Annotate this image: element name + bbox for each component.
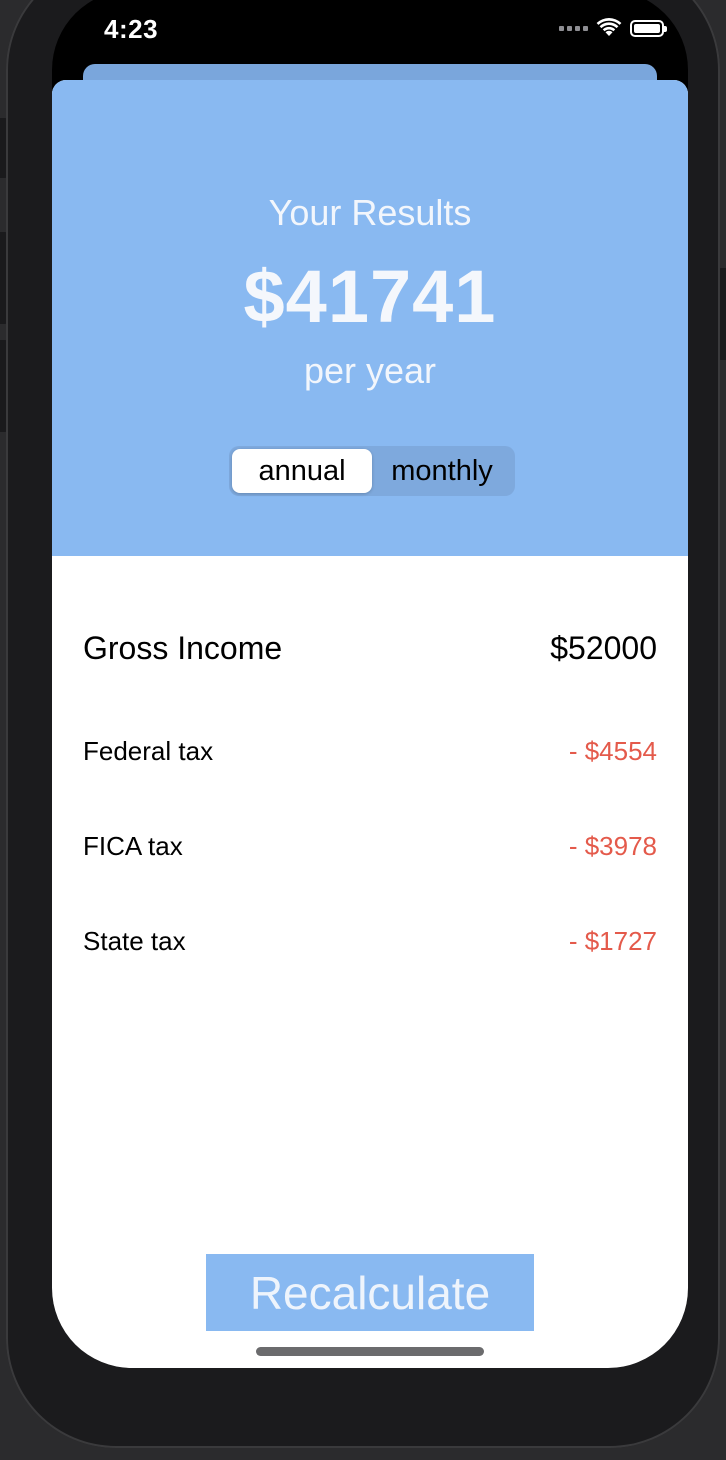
fica-tax-value: - $3978	[568, 831, 657, 861]
results-sheet: Your Results $41741 per year annual mont…	[52, 80, 688, 1368]
status-icons	[559, 18, 667, 38]
recalculate-button[interactable]: Recalculate	[206, 1254, 534, 1331]
battery-icon	[630, 19, 667, 37]
net-income-amount: $41741	[243, 255, 497, 338]
segment-monthly[interactable]: monthly	[372, 449, 512, 493]
signal-icon	[559, 25, 588, 31]
segment-annual[interactable]: annual	[232, 449, 372, 493]
gross-income-row: Gross Income $52000	[83, 630, 657, 667]
state-tax-row: State tax - $1727	[83, 926, 657, 957]
federal-tax-value: - $4554	[568, 736, 657, 766]
home-indicator[interactable]	[256, 1347, 484, 1356]
state-tax-label: State tax	[83, 926, 186, 956]
gross-income-value: $52000	[550, 630, 657, 666]
period-segmented-control: annual monthly	[229, 446, 515, 496]
phone-screen: 4:23 Your Results $41741 per year annual…	[52, 0, 688, 1368]
period-label: per year	[303, 350, 437, 391]
simulator-background: 4:23 Your Results $41741 per year annual…	[0, 0, 726, 1460]
notch	[194, 0, 546, 42]
federal-tax-row: Federal tax - $4554	[83, 736, 657, 767]
state-tax-value: - $1727	[568, 926, 657, 956]
federal-tax-label: Federal tax	[83, 736, 214, 766]
phone-frame: 4:23 Your Results $41741 per year annual…	[6, 0, 720, 1448]
gross-income-label: Gross Income	[83, 630, 283, 666]
status-time: 4:23	[104, 14, 159, 44]
wifi-icon	[596, 18, 622, 36]
results-header: Your Results $41741 per year annual mont…	[52, 80, 688, 556]
results-title: Your Results	[268, 192, 472, 233]
fica-tax-row: FICA tax - $3978	[83, 831, 657, 862]
fica-tax-label: FICA tax	[83, 831, 183, 861]
